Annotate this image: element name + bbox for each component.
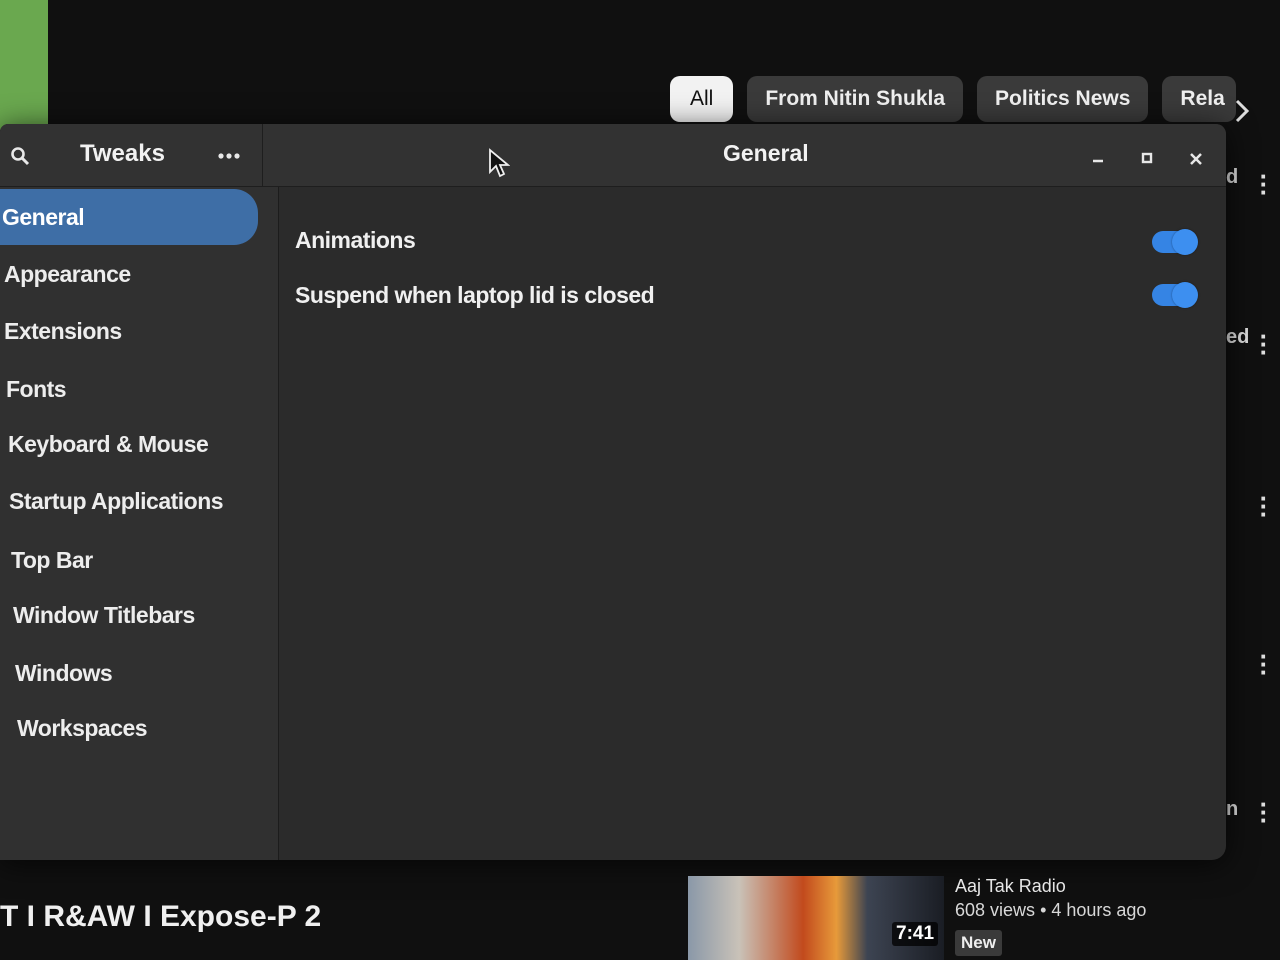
new-badge: New — [955, 930, 1002, 956]
menu-dots-icon[interactable] — [214, 142, 244, 170]
sidebar: General Appearance Extensions Fonts Keyb… — [0, 187, 279, 860]
mouse-pointer-icon — [488, 148, 511, 183]
more-options-icon[interactable]: · · · — [1258, 643, 1270, 685]
toggle-knob — [1172, 282, 1198, 308]
search-icon[interactable] — [6, 142, 34, 170]
more-options-icon[interactable]: · · · — [1258, 791, 1270, 833]
setting-label-animations: Animations — [295, 227, 416, 253]
sidebar-item-keyboard-mouse[interactable]: Keyboard & Mouse — [0, 416, 258, 472]
sidebar-header: Tweaks — [0, 124, 263, 187]
suspend-lid-toggle[interactable] — [1152, 282, 1198, 308]
chip-politics-news[interactable]: Politics News — [977, 76, 1149, 122]
video-meta: 608 views • 4 hours ago — [955, 900, 1146, 921]
sidebar-item-extensions[interactable]: Extensions — [0, 303, 258, 359]
chevron-right-icon[interactable] — [1234, 98, 1250, 131]
filter-chips: All From Nitin Shukla Politics News Rela — [670, 74, 1237, 124]
maximize-icon[interactable] — [1134, 145, 1160, 171]
video-duration: 7:41 — [892, 922, 939, 946]
video-title-fragment: n — [1226, 798, 1239, 820]
animations-toggle[interactable] — [1152, 229, 1198, 255]
tweaks-window: Tweaks General General Appearance Extens… — [0, 124, 1226, 860]
more-options-icon[interactable]: · · · — [1258, 323, 1270, 365]
sidebar-item-windows[interactable]: Windows — [0, 645, 258, 701]
video-title-fragment: d — [1226, 166, 1239, 188]
video-thumbnail[interactable] — [688, 876, 944, 960]
chip-all[interactable]: All — [670, 76, 734, 122]
setting-label-suspend-lid: Suspend when laptop lid is closed — [295, 282, 655, 308]
sidebar-item-window-titlebars[interactable]: Window Titlebars — [0, 587, 258, 643]
page-title: General — [723, 140, 809, 166]
sidebar-item-workspaces[interactable]: Workspaces — [0, 700, 258, 756]
sidebar-item-startup-applications[interactable]: Startup Applications — [0, 473, 258, 529]
meta-separator: • — [1040, 900, 1052, 920]
sidebar-item-appearance[interactable]: Appearance — [0, 246, 258, 302]
minimize-icon[interactable] — [1085, 144, 1111, 170]
more-options-icon[interactable]: · · · — [1258, 163, 1270, 205]
toggle-knob — [1172, 229, 1198, 255]
chip-from-channel[interactable]: From Nitin Shukla — [747, 76, 964, 122]
video-title-fragment: ed — [1226, 326, 1250, 348]
view-count: 608 views — [955, 900, 1036, 920]
close-icon[interactable] — [1183, 146, 1209, 172]
content-header: General — [263, 124, 1226, 187]
sidebar-item-top-bar[interactable]: Top Bar — [0, 532, 258, 588]
sidebar-item-general[interactable]: General — [0, 189, 258, 245]
desktop-green-strip — [0, 0, 48, 130]
more-options-icon[interactable]: · · · — [1258, 485, 1270, 527]
video-title[interactable]: T I R&AW I Expose-P 2 — [0, 900, 321, 934]
chip-related[interactable]: Rela — [1162, 76, 1237, 122]
upload-age: 4 hours ago — [1051, 900, 1147, 920]
channel-name[interactable]: Aaj Tak Radio — [955, 876, 1066, 897]
sidebar-item-fonts[interactable]: Fonts — [0, 361, 258, 417]
app-title: Tweaks — [80, 140, 165, 167]
